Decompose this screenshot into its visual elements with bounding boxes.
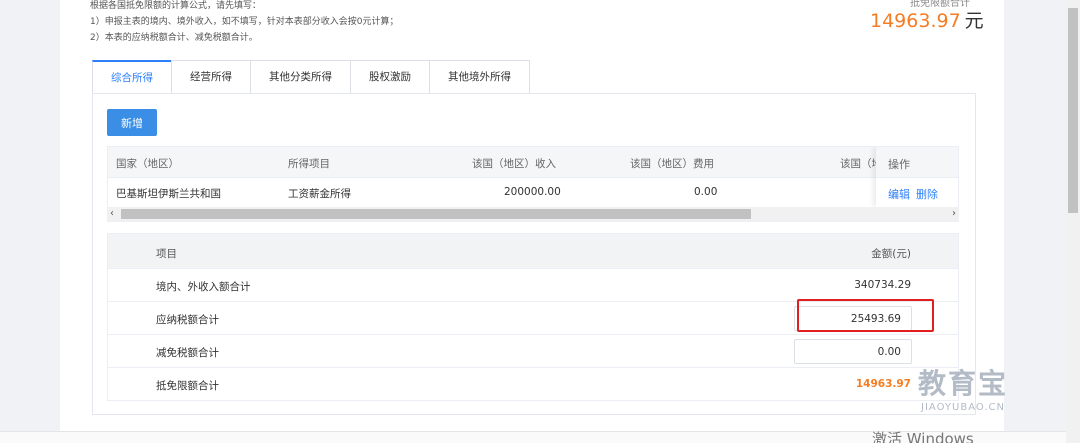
col-country-income: 该国（地区）收入 [472, 158, 556, 170]
table-header: 国家（地区） 所得项目 该国（地区）收入 该国（地区）费用 该国（地 [108, 147, 958, 178]
cell-expense: 0.00 [694, 186, 718, 198]
tax-payable-input[interactable] [794, 306, 912, 331]
tax-reduction-input[interactable] [794, 339, 912, 364]
summary-row-tax-payable: 应纳税额合计 [108, 302, 958, 335]
cell-country: 巴基斯坦伊斯兰共和国 [116, 188, 221, 200]
operations-column: 操作 编辑 删除 [876, 147, 958, 207]
summary-label: 应纳税额合计 [156, 314, 219, 326]
scroll-right-icon[interactable]: › [952, 207, 956, 221]
hint-line-2: 1）申报主表的境内、境外收入，如不填写，针对本表部分收入会按0元计算； [90, 17, 399, 27]
tab-other-foreign-income[interactable]: 其他境外所得 [429, 60, 530, 94]
watermark-domain: JIAOYUBAO.CN [921, 402, 1005, 413]
vertical-scroll-thumb[interactable] [1068, 8, 1078, 213]
tab-equity-incentive[interactable]: 股权激励 [350, 60, 429, 94]
total-amount-display: 14963.97 元 [870, 6, 984, 33]
hint-line-3: 2）本表的应纳税额合计、减免税额合计。 [90, 33, 258, 43]
total-unit: 元 [964, 10, 984, 32]
summary-label: 抵免限额合计 [156, 380, 219, 392]
summary-row-tax-reduction: 减免税额合计 [108, 335, 958, 368]
page-vertical-scrollbar[interactable] [1066, 0, 1080, 443]
tab-other-classified-income[interactable]: 其他分类所得 [250, 60, 350, 94]
col-country: 国家（地区） [116, 158, 179, 170]
cell-income-item: 工资薪金所得 [288, 188, 351, 200]
col-country-expense: 该国（地区）费用 [630, 158, 714, 170]
hint-line-1: 根据各国抵免限额的计算公式，请先填写： [90, 1, 262, 11]
delete-link[interactable]: 删除 [916, 188, 938, 201]
col-income-item: 所得项目 [288, 158, 330, 170]
credit-limit-value: 14963.97 [855, 378, 911, 390]
activate-windows-text: 激活 Windows [872, 430, 974, 443]
summary-label: 减免税额合计 [156, 347, 219, 359]
summary-col-amount: 金额(元) [871, 248, 911, 260]
col-operations: 操作 [876, 147, 958, 178]
watermark-brand: 教育宝 [918, 367, 1009, 400]
income-tabs: 综合所得 经营所得 其他分类所得 股权激励 其他境外所得 [92, 60, 530, 94]
tab-comprehensive-income[interactable]: 综合所得 [92, 60, 171, 94]
scroll-thumb[interactable] [121, 209, 751, 219]
add-button[interactable]: 新增 [107, 109, 157, 136]
summary-header: 项目 金额(元) [108, 234, 958, 269]
tab-business-income[interactable]: 经营所得 [171, 60, 250, 94]
summary-label: 境内、外收入额合计 [156, 281, 251, 293]
edit-link[interactable]: 编辑 [888, 188, 910, 201]
row-actions: 编辑 删除 [876, 178, 958, 202]
cell-income: 200000.00 [504, 186, 561, 198]
summary-value: 340734.29 [854, 279, 911, 291]
scroll-left-icon[interactable]: ‹ [110, 207, 114, 221]
total-amount: 14963.97 [870, 10, 961, 32]
watermark-logo: 教育宝 JIAOYUBAO.CN [918, 362, 1008, 413]
table-horizontal-scrollbar[interactable]: ‹ › [107, 207, 959, 221]
summary-row-credit-limit: 抵免限额合计 14963.97 [108, 368, 958, 401]
summary-table: 项目 金额(元) 境内、外收入额合计 340734.29 应纳税额合计 减免税额… [107, 233, 959, 401]
summary-row-total-income: 境内、外收入额合计 340734.29 [108, 269, 958, 302]
summary-col-item: 项目 [156, 248, 177, 260]
